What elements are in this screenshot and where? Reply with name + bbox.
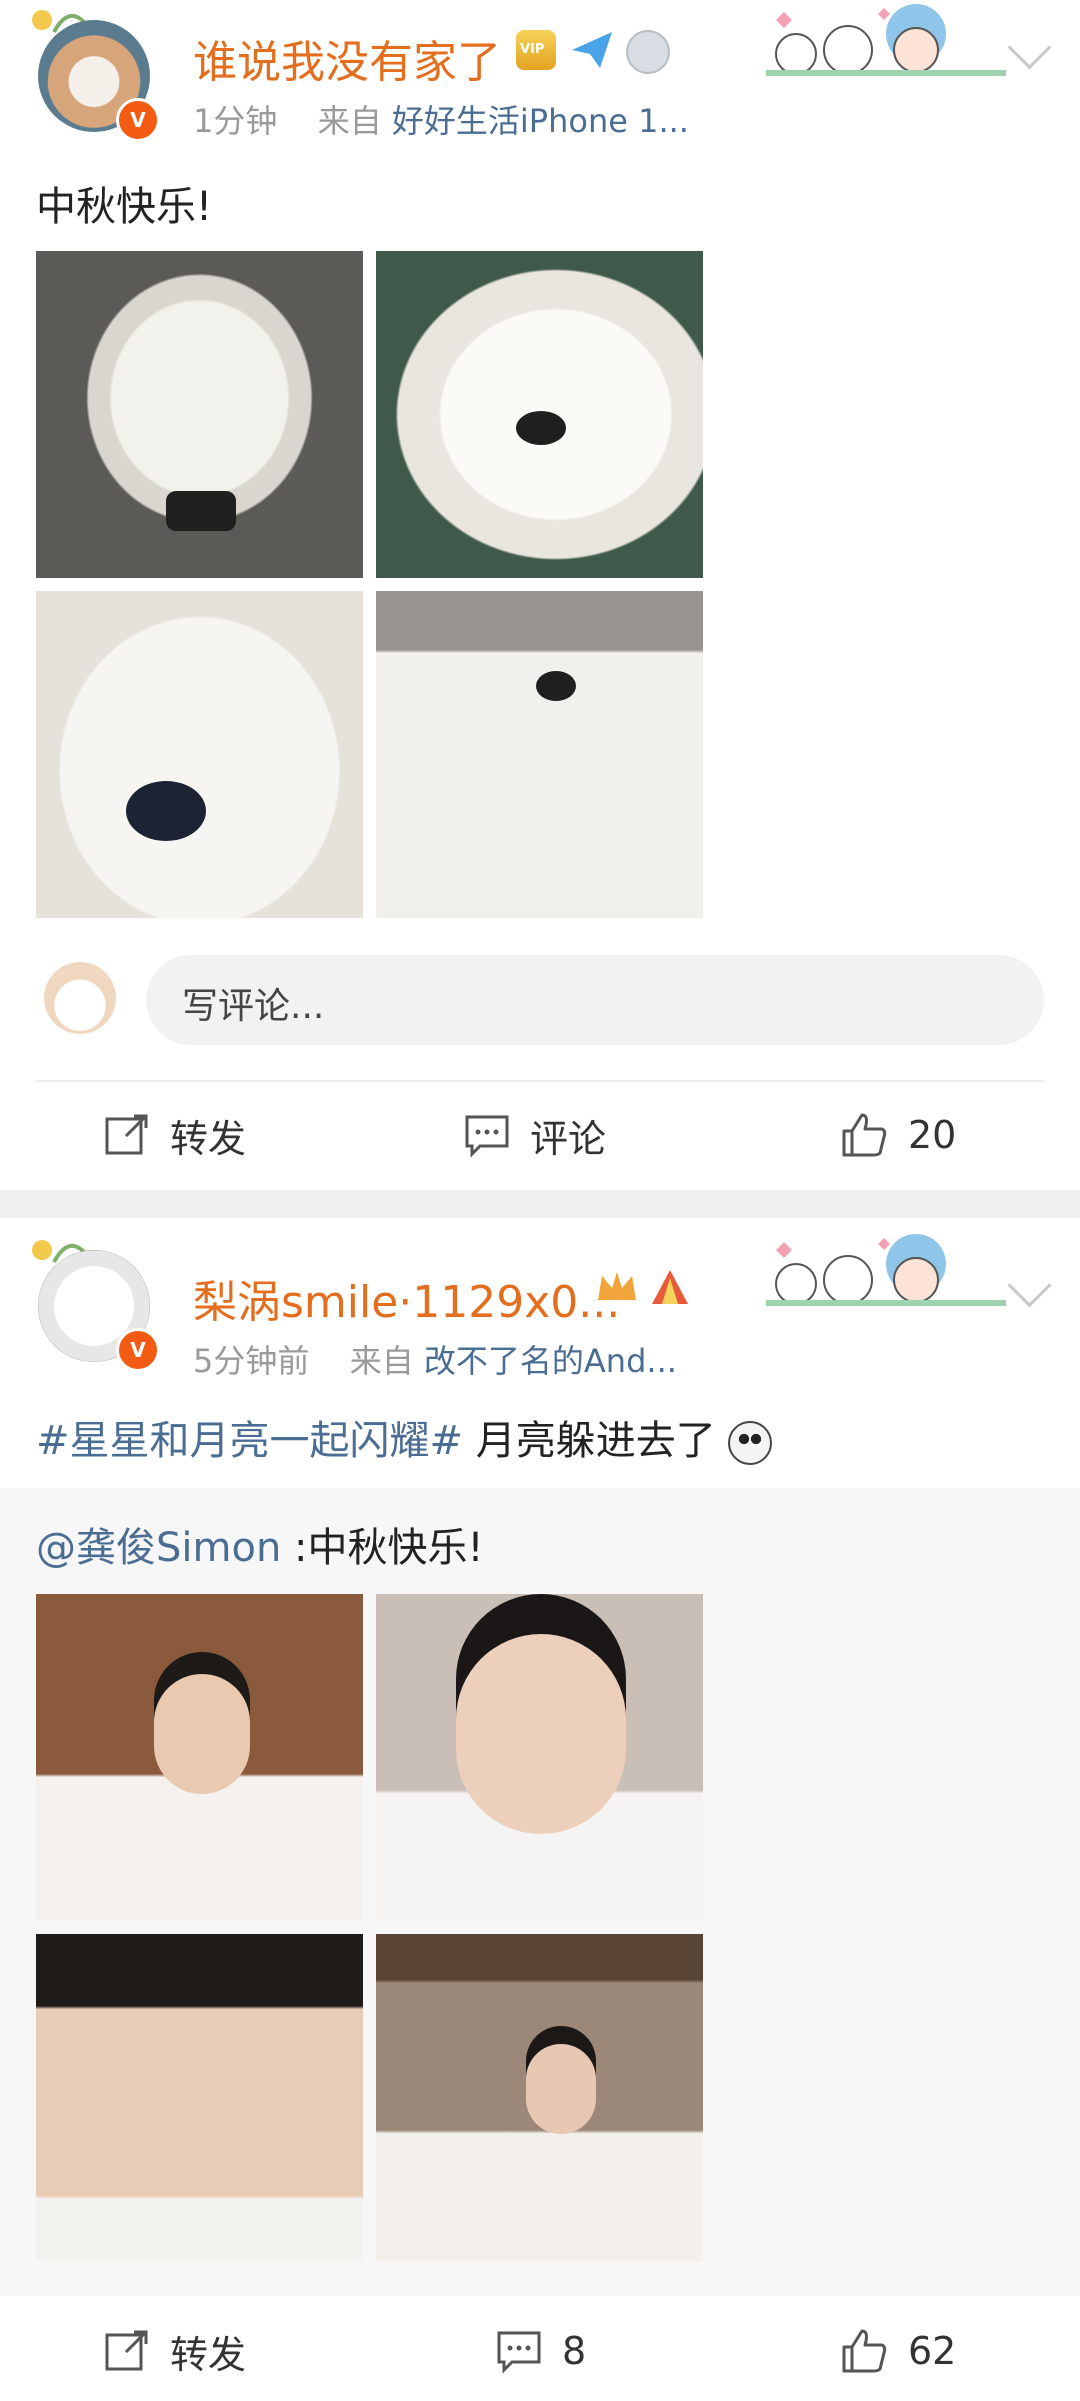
repost-icon	[105, 1114, 148, 1155]
crown-badge-icon	[596, 1268, 638, 1315]
post-1-header: V 谁说我没有家了 VIP 1分钟 来自 好好生活iPhone 1...	[0, 0, 1080, 150]
thumbs-up-icon	[842, 1113, 887, 1157]
comment-label: 评论	[530, 1116, 607, 1161]
post-1-photo-2[interactable]	[376, 251, 703, 578]
divider	[36, 1080, 1044, 1082]
mention-link[interactable]: @龚俊Simon	[36, 1525, 281, 1571]
like-count: 62	[908, 2329, 957, 2373]
post-time: 1分钟	[193, 102, 278, 140]
like-button[interactable]: 20	[840, 1105, 956, 1165]
like-button[interactable]: 62	[840, 2321, 956, 2381]
comment-button[interactable]: 8	[496, 2321, 586, 2381]
post-1-photo-4[interactable]	[376, 591, 703, 918]
panda-emoji-icon	[728, 1421, 773, 1465]
repost-label: 转发	[170, 1116, 247, 1161]
post-2-photo-1[interactable]	[36, 1594, 363, 1921]
post-1-text: 中秋快乐!	[36, 184, 213, 230]
verified-badge-icon: V	[116, 1328, 160, 1372]
post-source[interactable]: 好好生活iPhone 1...	[392, 102, 689, 140]
post-meta: 5分钟前 来自 改不了名的And...	[193, 1336, 677, 1382]
repost-text: @龚俊Simon :中秋快乐!	[36, 1515, 484, 1573]
repost-icon	[105, 2330, 148, 2371]
post-source[interactable]: 改不了名的And...	[424, 1342, 677, 1380]
hashtag-link[interactable]: #星星和月亮一起闪耀#	[36, 1418, 463, 1464]
post-separator	[0, 1190, 1080, 1218]
post-2-header: V 梨涡smile·1129x0... 5分钟前 来自 改不了名的And...	[0, 1230, 1080, 1380]
post-time: 5分钟前	[193, 1342, 310, 1380]
repost-label: 转发	[170, 2332, 247, 2377]
post-1-photo-3[interactable]	[36, 591, 363, 918]
repost-button[interactable]: 转发	[104, 2321, 246, 2381]
vip-diamond-icon: VIP	[516, 30, 556, 70]
post-2-body: 月亮躲进去了	[463, 1418, 716, 1464]
repost-button[interactable]: 转发	[104, 1105, 246, 1165]
comment-icon	[465, 1115, 509, 1158]
comment-count: 8	[562, 2329, 587, 2373]
post-2-photo-3[interactable]	[36, 1934, 363, 2261]
cat-sticker-decoration	[766, 1230, 1006, 1308]
comment-input[interactable]: 写评论...	[146, 955, 1044, 1045]
post-2-text: #星星和月亮一起闪耀# 月亮躲进去了	[36, 1408, 773, 1466]
post-2-photo-2[interactable]	[376, 1594, 703, 1921]
comment-placeholder: 写评论...	[182, 986, 325, 1027]
commenter-avatar[interactable]	[44, 962, 116, 1034]
medal-icon	[626, 30, 670, 74]
like-count: 20	[908, 1113, 957, 1157]
post-menu-chevron-icon[interactable]	[1007, 25, 1052, 70]
paper-plane-icon	[570, 30, 614, 74]
from-label: 来自	[317, 102, 382, 140]
verified-badge-icon: V	[116, 98, 160, 142]
post-menu-chevron-icon[interactable]	[1007, 1263, 1052, 1308]
from-label: 来自	[349, 1342, 414, 1380]
username[interactable]: 谁说我没有家了	[193, 26, 501, 90]
tent-badge-icon	[650, 1268, 690, 1315]
vip-badge-label: VIP	[520, 42, 545, 57]
post-2-photo-4[interactable]	[376, 1934, 703, 2261]
post-1-photo-1[interactable]	[36, 251, 363, 578]
comment-button[interactable]: 评论	[464, 1105, 606, 1165]
comment-icon	[497, 2331, 541, 2374]
username[interactable]: 梨涡smile·1129x0...	[193, 1266, 620, 1330]
cat-sticker-decoration	[766, 0, 1006, 78]
post-meta: 1分钟 来自 好好生活iPhone 1...	[193, 96, 689, 142]
thumbs-up-icon	[842, 2329, 887, 2373]
repost-body: :中秋快乐!	[281, 1525, 484, 1571]
